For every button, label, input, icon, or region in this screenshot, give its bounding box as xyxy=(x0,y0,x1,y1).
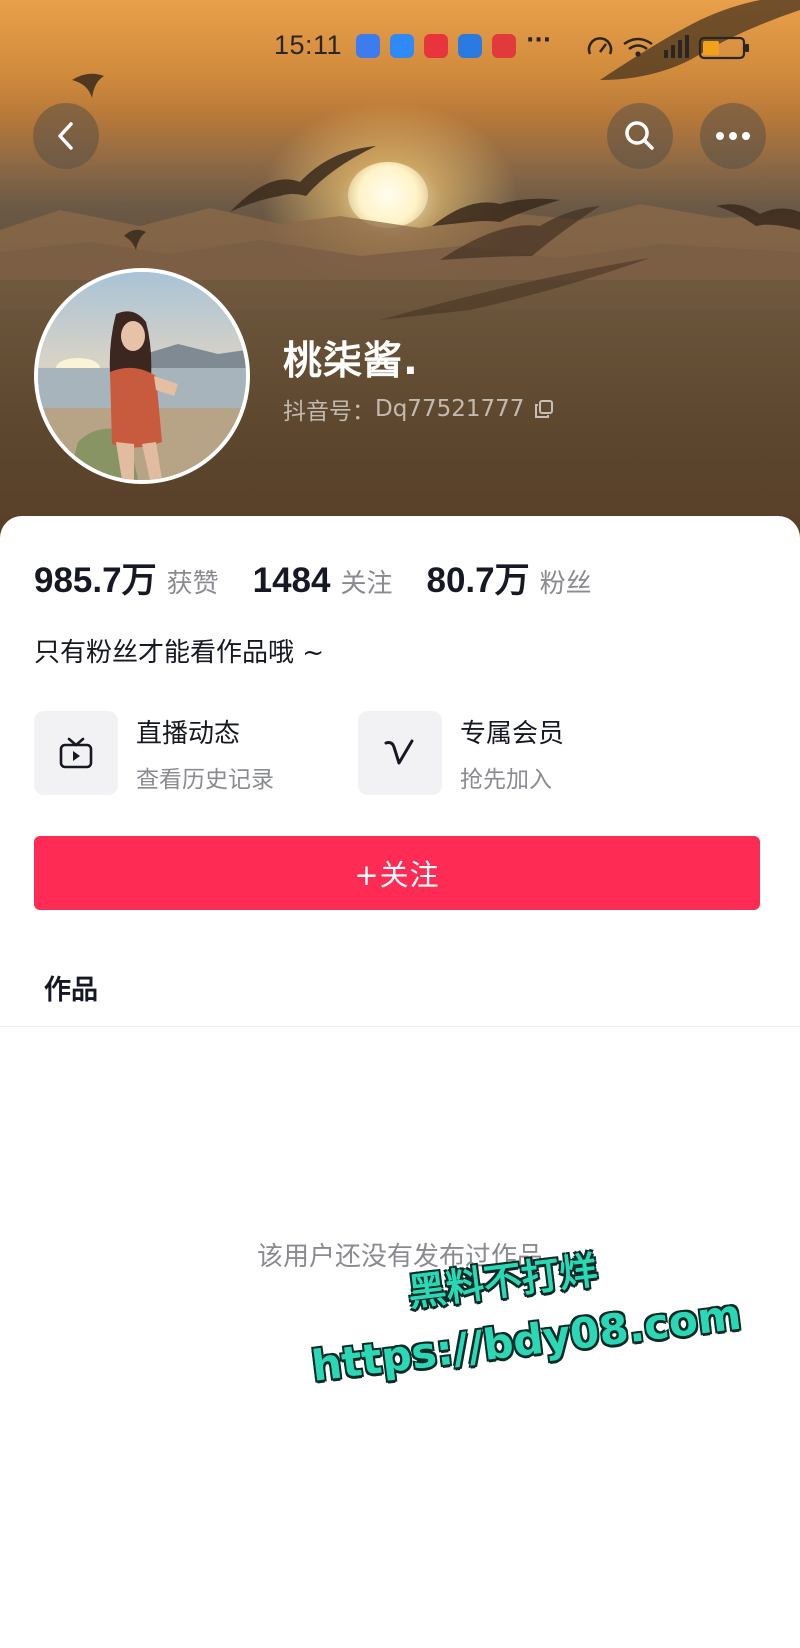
bio: 只有粉丝才能看作品哦 ~ xyxy=(34,638,325,668)
douyin-id-value: Dq77521777 xyxy=(375,396,525,422)
status-bar: 15:11 ··· xyxy=(0,26,800,66)
feature-subtitle: 查看历史记录 xyxy=(136,766,274,793)
search-icon xyxy=(625,121,654,150)
app-icon xyxy=(424,34,448,58)
avatar-image xyxy=(38,272,246,480)
browser-icon xyxy=(458,34,482,58)
stat-followers[interactable]: 80.7万 粉丝 xyxy=(427,552,592,603)
back-icon xyxy=(58,122,73,150)
avatar[interactable] xyxy=(34,268,250,484)
search-button[interactable] xyxy=(607,103,673,169)
divider xyxy=(0,1026,800,1027)
stat-label: 粉丝 xyxy=(539,569,592,599)
douyin-id-label: 抖音号： xyxy=(283,399,375,425)
more-button[interactable] xyxy=(700,103,766,169)
exclusive-membership-entry[interactable]: 专属会员 抢先加入 xyxy=(358,710,564,796)
more-notifications-icon: ··· xyxy=(526,28,552,53)
more-icon xyxy=(716,132,750,140)
douyin-id[interactable]: 抖音号： Dq77521777 xyxy=(283,392,554,426)
feature-title: 专属会员 xyxy=(460,718,565,749)
follow-button[interactable]: +关注 xyxy=(34,836,760,910)
copy-icon[interactable] xyxy=(534,399,554,419)
app-icon xyxy=(492,34,516,58)
stat-value: 1484 xyxy=(252,561,331,600)
v-badge-icon xyxy=(384,739,414,765)
stat-following[interactable]: 1484 关注 xyxy=(253,561,393,601)
message-icon xyxy=(390,34,414,58)
stat-likes[interactable]: 985.7万 获赞 xyxy=(34,552,219,603)
stat-value: 985.7万 xyxy=(34,561,157,600)
tv-icon xyxy=(59,737,93,769)
nickname: 桃柒酱. xyxy=(283,339,419,384)
back-button[interactable] xyxy=(33,103,99,169)
stat-value: 80.7万 xyxy=(426,561,530,600)
status-time: 15:11 xyxy=(274,30,343,60)
live-history-entry[interactable]: 直播动态 查看历史记录 xyxy=(34,710,274,796)
stat-label: 关注 xyxy=(340,569,393,599)
feature-icon-box xyxy=(34,711,118,795)
profile-card: 985.7万 获赞 1484 关注 80.7万 粉丝 只有粉丝才能看作品哦 ~ … xyxy=(0,516,800,1648)
feature-title: 直播动态 xyxy=(136,718,241,749)
feature-subtitle: 抢先加入 xyxy=(460,766,552,793)
stats-row: 985.7万 获赞 1484 关注 80.7万 粉丝 xyxy=(34,552,626,603)
empty-state-text: 该用户还没有发布过作品 xyxy=(256,1242,543,1272)
stat-label: 获赞 xyxy=(166,569,219,599)
feature-icon-box xyxy=(358,711,442,795)
tab-works[interactable]: 作品 xyxy=(44,968,98,1007)
hotspot-icon xyxy=(356,34,380,58)
system-status-icons xyxy=(587,35,749,60)
